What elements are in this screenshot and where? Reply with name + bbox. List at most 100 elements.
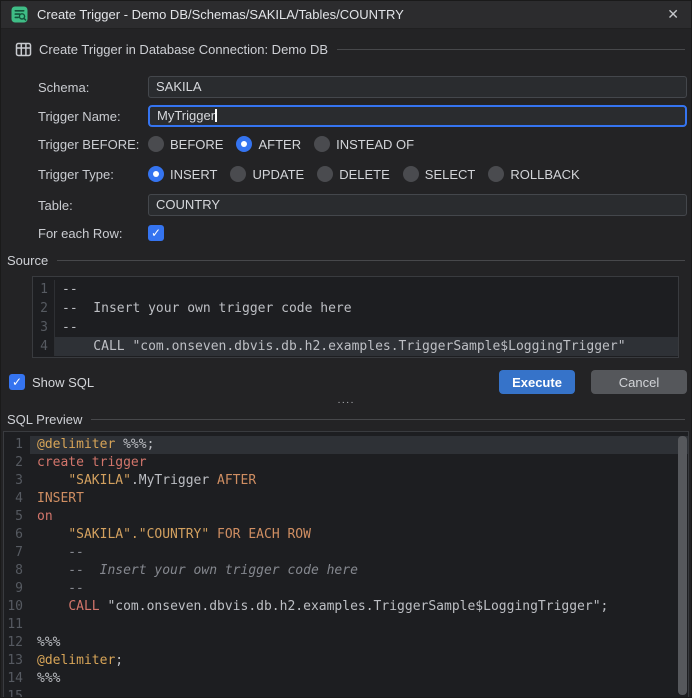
code-line: 9 -- — [4, 580, 688, 598]
code-text: -- Insert your own trigger code here — [30, 562, 688, 580]
trigger-name-value: MyTrigger — [157, 108, 215, 123]
code-line: 4INSERT — [4, 490, 688, 508]
sql-preview-editor[interactable]: 1@delimiter %%%;2create trigger3 "SAKILA… — [3, 431, 689, 698]
code-text: on — [30, 508, 688, 526]
code-text: -- — [55, 318, 678, 337]
code-line: 7 -- — [4, 544, 688, 562]
trigger-type-radio-group: INSERT UPDATE DELETE SELECT ROLLBACK — [148, 166, 687, 182]
trigger-type-row: Trigger Type: INSERTUPDATEDELETESELECTRO… — [38, 164, 687, 184]
line-number: 13 — [4, 652, 30, 670]
radio-before-before[interactable]: BEFORE — [148, 136, 223, 152]
trigger-script-icon — [11, 6, 28, 23]
code-text: -- — [55, 280, 678, 299]
radio-icon — [148, 166, 164, 182]
table-label: Table: — [38, 198, 148, 213]
radio-type-rollback[interactable]: ROLLBACK — [488, 166, 579, 182]
close-icon[interactable]: ✕ — [665, 6, 681, 23]
trigger-name-row: Trigger Name: MyTrigger — [38, 105, 687, 127]
radio-label: BEFORE — [170, 137, 223, 152]
trigger-before-label: Trigger BEFORE: — [38, 137, 148, 152]
group-divider-line — [91, 419, 685, 420]
sql-preview-lines: 1@delimiter %%%;2create trigger3 "SAKILA… — [4, 436, 688, 698]
code-text: "SAKILA"."COUNTRY" FOR EACH ROW — [30, 526, 688, 544]
table-row: Table: COUNTRY — [38, 194, 687, 216]
code-line: 15 — [4, 688, 688, 698]
source-group-label: Source — [7, 253, 48, 268]
connection-group-header: Create Trigger in Database Connection: D… — [15, 41, 685, 58]
check-icon: ✓ — [12, 375, 22, 389]
radio-icon — [230, 166, 246, 182]
radio-icon — [403, 166, 419, 182]
radio-icon — [488, 166, 504, 182]
code-line: 12%%% — [4, 634, 688, 652]
line-number: 6 — [4, 526, 30, 544]
line-number: 4 — [4, 490, 30, 508]
line-number: 5 — [4, 508, 30, 526]
radio-before-instead-of[interactable]: INSTEAD OF — [314, 136, 414, 152]
show-sql-checkbox[interactable]: ✓ — [9, 374, 25, 390]
code-text: CALL "com.onseven.dbvis.db.h2.examples.T… — [55, 337, 678, 356]
code-line: 4 CALL "com.onseven.dbvis.db.h2.examples… — [33, 337, 678, 356]
sql-preview-group-header: SQL Preview — [7, 411, 685, 428]
schema-input[interactable]: SAKILA — [148, 76, 687, 98]
execute-button[interactable]: Execute — [499, 370, 575, 394]
line-number: 8 — [4, 562, 30, 580]
radio-type-select[interactable]: SELECT — [403, 166, 476, 182]
code-text: @delimiter %%%; — [30, 436, 688, 454]
radio-type-insert[interactable]: INSERT — [148, 166, 217, 182]
dialog-footer: ✓ Show SQL Execute Cancel — [9, 370, 687, 394]
code-text — [30, 616, 688, 634]
source-code-editor[interactable]: 1--2-- Insert your own trigger code here… — [32, 276, 679, 358]
scrollbar-thumb[interactable] — [678, 436, 687, 695]
code-text: INSERT — [30, 490, 688, 508]
table-input[interactable]: COUNTRY — [148, 194, 687, 216]
sql-preview-group-label: SQL Preview — [7, 412, 82, 427]
line-number: 11 — [4, 616, 30, 634]
code-line: 1-- — [33, 280, 678, 299]
line-number: 1 — [33, 280, 55, 299]
line-number: 3 — [4, 472, 30, 490]
code-line: 3 "SAKILA".MyTrigger AFTER — [4, 472, 688, 490]
check-icon: ✓ — [151, 226, 161, 240]
trigger-name-label: Trigger Name: — [38, 109, 148, 124]
code-line: 2create trigger — [4, 454, 688, 472]
schema-row: Schema: SAKILA — [38, 76, 687, 98]
code-text: "SAKILA".MyTrigger AFTER — [30, 472, 688, 490]
code-line: 2-- Insert your own trigger code here — [33, 299, 678, 318]
show-sql-label: Show SQL — [32, 375, 94, 390]
dialog-titlebar: Create Trigger - Demo DB/Schemas/SAKILA/… — [1, 1, 691, 29]
radio-type-delete[interactable]: DELETE — [317, 166, 390, 182]
for-each-row-checkbox[interactable]: ✓ — [148, 225, 164, 241]
line-number: 9 — [4, 580, 30, 598]
line-number: 12 — [4, 634, 30, 652]
radio-before-after[interactable]: AFTER — [236, 136, 301, 152]
table-grid-icon — [15, 41, 32, 58]
code-text: -- — [30, 544, 688, 562]
group-divider-line — [57, 260, 685, 261]
line-number: 15 — [4, 688, 30, 698]
splitter-handle[interactable]: ···· — [1, 399, 691, 409]
radio-label: DELETE — [339, 167, 390, 182]
radio-icon — [314, 136, 330, 152]
code-line: 6 "SAKILA"."COUNTRY" FOR EACH ROW — [4, 526, 688, 544]
line-number: 3 — [33, 318, 55, 337]
line-number: 4 — [33, 337, 55, 356]
schema-label: Schema: — [38, 80, 148, 95]
cancel-button[interactable]: Cancel — [591, 370, 687, 394]
trigger-name-input[interactable]: MyTrigger — [148, 105, 687, 127]
radio-type-update[interactable]: UPDATE — [230, 166, 304, 182]
text-caret — [215, 109, 217, 122]
group-divider-line — [337, 49, 685, 50]
code-line: 10 CALL "com.onseven.dbvis.db.h2.example… — [4, 598, 688, 616]
line-number: 2 — [4, 454, 30, 472]
code-line: 13@delimiter; — [4, 652, 688, 670]
code-text: CALL "com.onseven.dbvis.db.h2.examples.T… — [30, 598, 688, 616]
line-number: 1 — [4, 436, 30, 454]
radio-icon — [317, 166, 333, 182]
for-each-row-label: For each Row: — [38, 226, 148, 241]
vertical-scrollbar[interactable] — [678, 436, 687, 695]
code-line: 1@delimiter %%%; — [4, 436, 688, 454]
for-each-row-row: For each Row: ✓ — [38, 223, 687, 243]
radio-icon — [148, 136, 164, 152]
code-line: 14%%% — [4, 670, 688, 688]
